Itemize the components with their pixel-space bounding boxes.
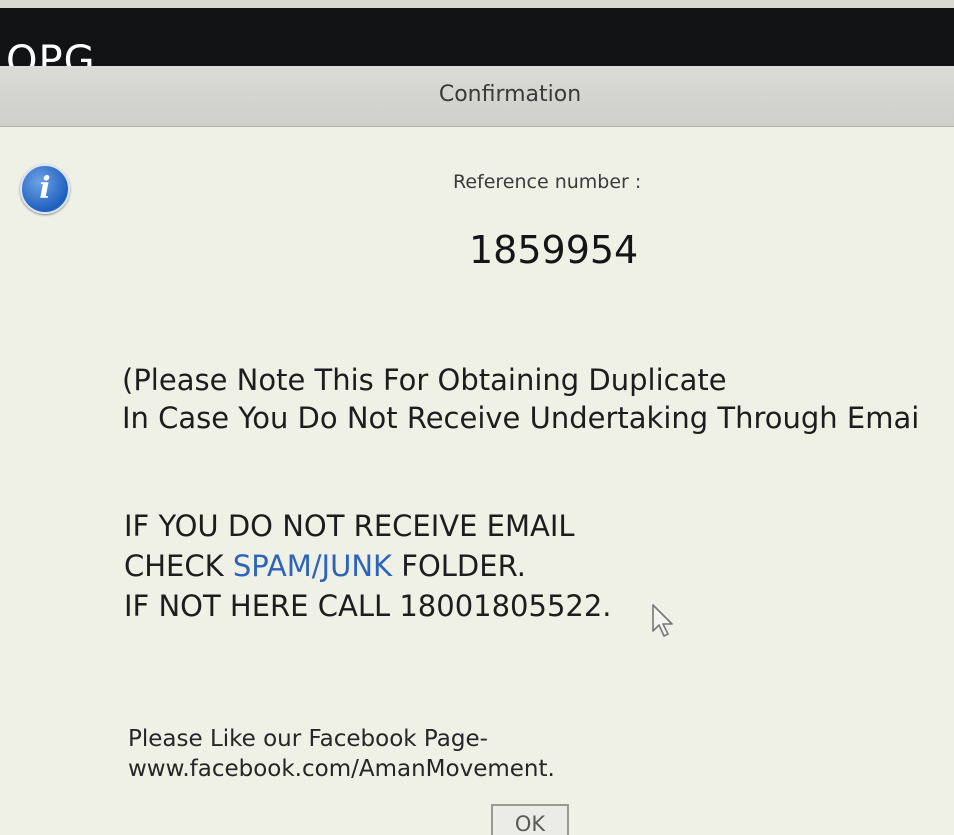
app-header: OPG: [0, 8, 954, 66]
screen: OPG Confirmation i Reference number : 18…: [0, 0, 954, 835]
facebook-url[interactable]: www.facebook.com/AmanMovement.: [128, 754, 555, 784]
app-logo: OPG: [6, 38, 96, 66]
email-warning-line-1: IF YOU DO NOT RECEIVE EMAIL: [124, 509, 575, 543]
ok-button[interactable]: OK: [491, 804, 569, 835]
facebook-line-1: Please Like our Facebook Page-: [128, 726, 488, 752]
confirmation-dialog: Confirmation i Reference number : 185995…: [0, 66, 954, 835]
mouse-cursor-icon: [652, 604, 673, 637]
duplicate-note-line-2: In Case You Do Not Receive Undertaking T…: [122, 401, 920, 435]
facebook-message: Please Like our Facebook Page- www.faceb…: [128, 724, 555, 784]
email-warning-line-2: CHECK SPAM/JUNK FOLDER.: [124, 546, 612, 586]
reference-number-value: 1859954: [469, 228, 639, 272]
email-warning-prefix: CHECK: [124, 549, 233, 583]
email-warning-suffix: FOLDER.: [392, 549, 526, 583]
dialog-titlebar: Confirmation: [0, 66, 954, 127]
duplicate-note: (Please Note This For Obtaining Duplicat…: [122, 361, 919, 437]
email-warning-line-3: IF NOT HERE CALL 18001805522.: [124, 589, 612, 623]
reference-number-label: Reference number :: [453, 171, 642, 193]
info-icon: i: [20, 164, 70, 214]
duplicate-note-line-1: (Please Note This For Obtaining Duplicat…: [122, 363, 727, 397]
spam-junk-link[interactable]: SPAM/JUNK: [233, 549, 392, 583]
email-warning: IF YOU DO NOT RECEIVE EMAIL CHECK SPAM/J…: [124, 506, 612, 626]
dialog-title: Confirmation: [438, 82, 582, 107]
